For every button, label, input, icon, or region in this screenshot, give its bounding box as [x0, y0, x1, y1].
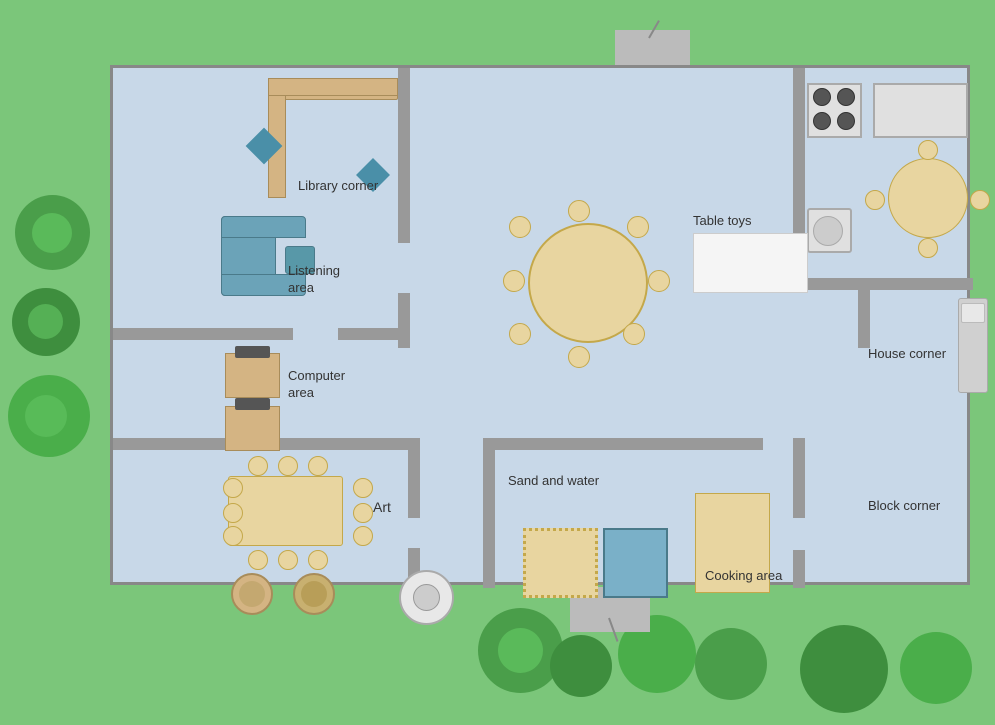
burner-3	[813, 112, 831, 130]
dt-chair-e	[970, 190, 990, 210]
ct-chair-w	[503, 270, 525, 292]
tree-4-inner	[498, 628, 543, 673]
wall-left-vertical	[398, 68, 410, 243]
dining-table	[888, 158, 968, 238]
art-chair-6	[308, 456, 328, 476]
computer-desk-2	[225, 406, 280, 451]
dt-chair-w	[865, 190, 885, 210]
ct-chair-e	[648, 270, 670, 292]
circular-item-inner	[413, 584, 440, 611]
ct-chair-n	[568, 200, 590, 222]
bookshelf-corner	[268, 78, 398, 96]
art-chair-10	[248, 550, 268, 570]
art-chair-11	[278, 550, 298, 570]
sofa-arm-top	[221, 216, 306, 238]
ct-chair-nw	[509, 216, 531, 238]
art-label: Art	[373, 498, 391, 516]
tree-9	[900, 632, 972, 704]
sand-table	[523, 528, 598, 598]
art-chair-8	[353, 503, 373, 523]
computer-monitor-1	[235, 346, 270, 358]
sink-bowl	[813, 216, 843, 246]
round-chair-2-inner	[301, 581, 327, 607]
art-chair-7	[353, 478, 373, 498]
ct-chair-sw	[509, 323, 531, 345]
entrance-top-path	[615, 30, 690, 70]
top-right-cabinet	[873, 83, 968, 138]
art-chair-12	[308, 550, 328, 570]
computer-area-label: Computerarea	[288, 368, 345, 402]
kitchen-counter	[693, 233, 808, 293]
ct-chair-ne	[627, 216, 649, 238]
table-toys-label: Table toys	[693, 213, 752, 230]
art-chair-3	[223, 526, 243, 546]
computer-desk-1	[225, 353, 280, 398]
art-table	[228, 476, 343, 546]
ct-chair-se	[623, 323, 645, 345]
floor-plan: Books Library corner Listeningarea Compu…	[110, 65, 970, 585]
wall-house-corner-left	[858, 278, 870, 348]
tree-2-inner	[28, 304, 63, 339]
art-chair-2	[223, 503, 243, 523]
bed-pillow	[961, 303, 985, 323]
wall-right-lower-2	[793, 550, 805, 588]
wall-library-bottom	[113, 328, 293, 340]
wall-mid-horizontal-2	[483, 438, 763, 450]
round-chair-1-inner	[239, 581, 265, 607]
wall-art-right	[408, 438, 420, 518]
ct-chair-s	[568, 346, 590, 368]
art-chair-4	[248, 456, 268, 476]
tree-7	[695, 628, 767, 700]
library-corner-label: Library corner	[298, 178, 378, 195]
burner-2	[837, 88, 855, 106]
art-chair-1	[223, 478, 243, 498]
wall-mid-horizontal	[483, 438, 495, 518]
listening-area-label: Listeningarea	[288, 263, 340, 297]
computer-monitor-2	[235, 398, 270, 410]
wall-bottom-left	[483, 518, 495, 588]
sand-water-label: Sand and water	[508, 473, 599, 490]
tree-5	[550, 635, 612, 697]
burner-4	[837, 112, 855, 130]
wall-right-lower	[793, 438, 805, 518]
art-chair-9	[353, 526, 373, 546]
art-chair-5	[278, 456, 298, 476]
tree-3-inner	[25, 395, 67, 437]
cooking-area-label: Cooking area	[705, 568, 782, 585]
block-corner-label: Block corner	[868, 498, 940, 515]
burner-1	[813, 88, 831, 106]
dt-chair-s	[918, 238, 938, 258]
water-table	[603, 528, 668, 598]
dt-chair-n	[918, 140, 938, 160]
wall-library-bottom-2	[338, 328, 410, 340]
tree-1-inner	[32, 213, 72, 253]
tree-8	[800, 625, 888, 713]
house-corner-label: House corner	[868, 346, 946, 363]
wall-kitchen-bottom	[805, 278, 973, 290]
